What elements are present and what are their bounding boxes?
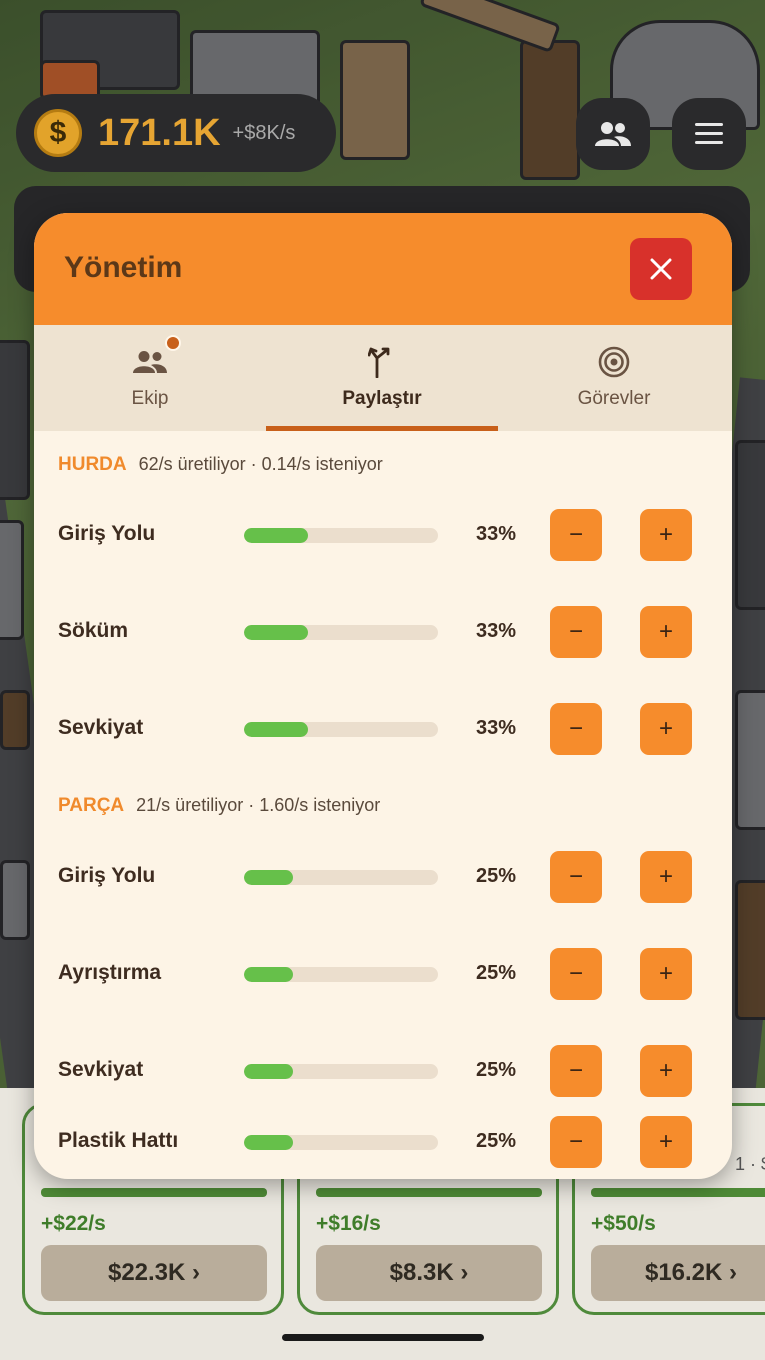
home-indicator (282, 1334, 484, 1341)
row-percent: 33% (476, 523, 517, 545)
card-rate: +$22/s (41, 1212, 106, 1235)
increase-button[interactable]: + (640, 851, 692, 903)
decrease-button[interactable]: − (550, 703, 602, 755)
tab-label: Görevler (577, 388, 651, 409)
management-modal: Yönetim Ekip Paylaştır Görevler HURDA 62… (34, 213, 732, 1179)
row-label: Plastik Hattı (58, 1129, 179, 1152)
section-name: PARÇA (58, 795, 125, 816)
row-percent: 25% (476, 962, 517, 984)
decrease-button[interactable]: − (550, 1045, 602, 1097)
allocation-fill (244, 1135, 293, 1150)
card-buy-button[interactable]: $8.3K › (316, 1245, 542, 1301)
allocation-bar (244, 1064, 438, 1079)
card-rate: +$16/s (316, 1212, 381, 1235)
row-percent: 33% (476, 717, 517, 739)
row-label: Giriş Yolu (58, 522, 156, 545)
allocation-row: Giriş Yolu 33% − + (34, 509, 732, 561)
allocation-row: Sevkiyat 33% − + (34, 703, 732, 755)
split-arrows-icon (368, 347, 390, 378)
modal-header: Yönetim (34, 213, 732, 325)
decrease-button[interactable]: − (550, 509, 602, 561)
tab-bar: Ekip Paylaştır Görevler (34, 325, 732, 431)
money-rate: +$8K/s (232, 121, 296, 144)
decrease-button[interactable]: − (550, 606, 602, 658)
card-info-text: 1 · $2 (734, 1154, 765, 1174)
card-progress-bar (591, 1188, 765, 1197)
row-label: Ayrıştırma (58, 961, 162, 984)
money-value: 171.1K (98, 111, 221, 154)
allocation-fill (244, 870, 293, 885)
section-header-parca: PARÇA 21/s üretiliyor · 1.60/s isteniyor (58, 795, 380, 817)
allocation-fill (244, 722, 309, 737)
card-buy-button[interactable]: $16.2K › (591, 1245, 765, 1301)
people-icon (595, 122, 631, 146)
tab-ekip[interactable]: Ekip (34, 325, 266, 431)
decrease-button[interactable]: − (550, 851, 602, 903)
notification-dot (165, 335, 181, 351)
row-label: Sevkiyat (58, 1058, 144, 1081)
row-percent: 25% (476, 865, 517, 887)
row-percent: 25% (476, 1059, 517, 1081)
allocation-fill (244, 967, 293, 982)
row-percent: 25% (476, 1130, 517, 1152)
tab-label: Ekip (131, 388, 169, 409)
close-icon (650, 258, 672, 280)
card-buy-button[interactable]: $22.3K › (41, 1245, 267, 1301)
coin-icon: $ (34, 109, 82, 157)
allocation-bar (244, 967, 438, 982)
allocation-row: Giriş Yolu 25% − + (34, 851, 732, 903)
increase-button[interactable]: + (640, 1045, 692, 1097)
allocation-bar (244, 1135, 438, 1150)
allocation-fill (244, 1064, 293, 1079)
increase-button[interactable]: + (640, 606, 692, 658)
increase-button[interactable]: + (640, 703, 692, 755)
allocation-bar (244, 528, 438, 543)
allocation-row: Sevkiyat 25% − + (34, 1045, 732, 1097)
increase-button[interactable]: + (640, 509, 692, 561)
card-progress-bar (316, 1188, 542, 1197)
team-button[interactable] (576, 98, 650, 170)
row-percent: 33% (476, 620, 517, 642)
row-label: Söküm (58, 619, 129, 642)
section-info: 62/s üretiliyor · 0.14/s isteniyor (138, 454, 383, 474)
tab-paylastir[interactable]: Paylaştır (266, 325, 498, 431)
hamburger-menu-icon (695, 123, 723, 144)
row-label: Giriş Yolu (58, 864, 156, 887)
people-icon (133, 351, 167, 373)
allocation-bar (244, 625, 438, 640)
increase-button[interactable]: + (640, 1116, 692, 1168)
section-name: HURDA (58, 454, 127, 475)
section-header-hurda: HURDA 62/s üretiliyor · 0.14/s isteniyor (58, 454, 383, 476)
card-progress-bar (41, 1188, 267, 1197)
allocation-row: Plastik Hattı 25% − + (34, 1116, 732, 1168)
allocation-bar (244, 722, 438, 737)
modal-title: Yönetim (64, 251, 183, 284)
allocation-fill (244, 625, 309, 640)
tab-gorevler[interactable]: Görevler (498, 325, 730, 431)
target-icon (598, 346, 630, 378)
menu-button[interactable] (672, 98, 746, 170)
allocation-row: Söküm 33% − + (34, 606, 732, 658)
decrease-button[interactable]: − (550, 1116, 602, 1168)
decrease-button[interactable]: − (550, 948, 602, 1000)
tab-label: Paylaştır (342, 388, 422, 409)
allocation-fill (244, 528, 309, 543)
row-label: Sevkiyat (58, 716, 144, 739)
close-button[interactable] (630, 238, 692, 300)
increase-button[interactable]: + (640, 948, 692, 1000)
section-info: 21/s üretiliyor · 1.60/s isteniyor (136, 795, 381, 815)
card-rate: +$50/s (591, 1212, 656, 1235)
allocation-bar (244, 870, 438, 885)
allocation-row: Ayrıştırma 25% − + (34, 948, 732, 1000)
money-display: $ 171.1K +$8K/s (16, 94, 336, 172)
